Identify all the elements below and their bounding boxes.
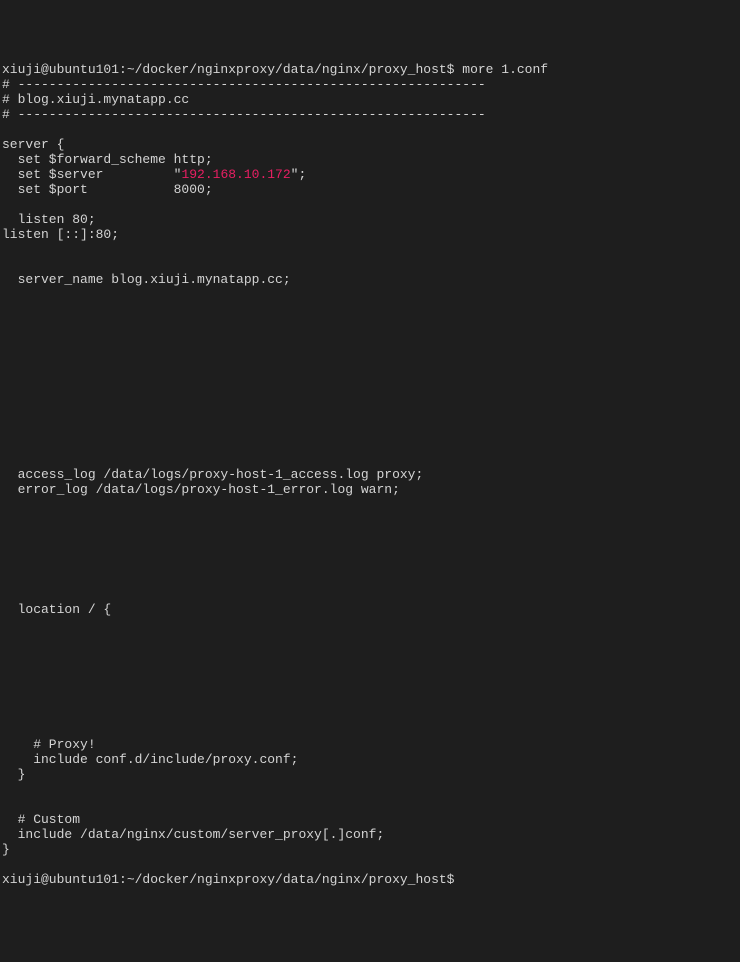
- config-line: # --------------------------------------…: [2, 107, 486, 122]
- config-line: set $forward_scheme http;: [2, 152, 213, 167]
- config-line: include /data/nginx/custom/server_proxy[…: [2, 827, 384, 842]
- config-line: # --------------------------------------…: [2, 77, 486, 92]
- config-line: server_name blog.xiuji.mynatapp.cc;: [2, 272, 291, 287]
- config-line: set $port 8000;: [2, 182, 213, 197]
- config-line: # blog.xiuji.mynatapp.cc: [2, 92, 189, 107]
- config-line: # Custom: [2, 812, 80, 827]
- config-line-suffix: ";: [291, 167, 307, 182]
- config-line: }: [2, 767, 25, 782]
- config-line: listen [::]:80;: [2, 227, 119, 242]
- config-line: }: [2, 842, 10, 857]
- shell-prompt-line-1: xiuji@ubuntu101:~/docker/nginxproxy/data…: [2, 62, 548, 77]
- config-line: access_log /data/logs/proxy-host-1_acces…: [2, 467, 423, 482]
- terminal-output[interactable]: xiuji@ubuntu101:~/docker/nginxproxy/data…: [2, 62, 738, 887]
- config-line: location / {: [2, 602, 111, 617]
- shell-prompt-line-2: xiuji@ubuntu101:~/docker/nginxproxy/data…: [2, 872, 462, 887]
- config-line-prefix: set $server ": [2, 167, 181, 182]
- config-line: error_log /data/logs/proxy-host-1_error.…: [2, 482, 400, 497]
- ip-address: 192.168.10.172: [181, 167, 290, 182]
- config-line: server {: [2, 137, 64, 152]
- config-line: listen 80;: [2, 212, 96, 227]
- config-line: include conf.d/include/proxy.conf;: [2, 752, 298, 767]
- config-line: # Proxy!: [2, 737, 96, 752]
